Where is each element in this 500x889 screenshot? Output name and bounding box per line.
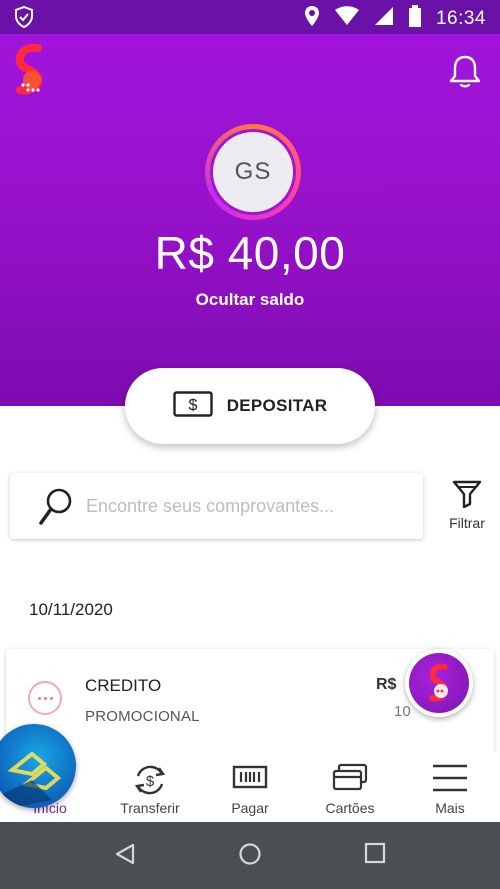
transaction-title: CREDITO — [85, 676, 162, 695]
app-screen: 16:34 GS R$ 40,00 Ocultar saldo $ DEPOSI… — [0, 0, 500, 889]
nav-label-mais: Mais — [435, 800, 465, 816]
status-bar: 16:34 — [0, 0, 500, 34]
recents-icon[interactable] — [364, 842, 386, 869]
header: GS R$ 40,00 Ocultar saldo — [0, 34, 500, 406]
wifi-icon — [334, 6, 360, 31]
brand-logo[interactable] — [10, 43, 50, 100]
avatar-initials: GS — [210, 129, 296, 215]
svg-text:$: $ — [188, 397, 197, 414]
nav-label-pagar: Pagar — [231, 800, 269, 816]
back-icon[interactable] — [113, 842, 137, 871]
avatar[interactable]: GS — [205, 124, 301, 220]
deposit-button[interactable]: $ DEPOSITAR — [125, 368, 375, 444]
shield-check-icon — [14, 5, 34, 33]
transaction-subtitle: PROMOCIONAL — [85, 708, 200, 725]
system-navigation-bar — [0, 822, 500, 889]
nav-item-transferir[interactable]: $ Transferir — [100, 752, 200, 822]
nav-item-cartoes[interactable]: Cartões — [300, 752, 400, 822]
hide-balance-link[interactable]: Ocultar saldo — [0, 290, 500, 310]
signal-icon — [374, 6, 394, 31]
brand-logo-icon — [409, 653, 469, 713]
home-circle-icon[interactable] — [238, 842, 262, 871]
nav-item-mais[interactable]: Mais — [400, 752, 500, 822]
status-time: 16:34 — [435, 7, 486, 29]
search-input[interactable] — [86, 491, 406, 521]
more-dots-icon — [28, 681, 62, 715]
nav-label-cartoes: Cartões — [325, 800, 375, 816]
transaction-amount: R$ — [376, 676, 397, 693]
balance-amount: R$ 40,00 — [154, 227, 346, 279]
funnel-icon — [452, 480, 482, 512]
search-box[interactable] — [10, 473, 423, 539]
deposit-label: DEPOSITAR — [226, 396, 328, 415]
nav-label-transferir: Transferir — [120, 800, 180, 816]
magnifier-icon — [38, 487, 74, 532]
bell-icon[interactable] — [448, 54, 482, 90]
money-bill-icon: $ — [172, 390, 213, 422]
transaction-date: 10/11/2020 — [29, 600, 113, 619]
battery-icon — [408, 5, 422, 32]
nav-item-pagar[interactable]: Pagar — [200, 752, 300, 822]
filter-button[interactable]: Filtrar — [440, 480, 494, 536]
svg-text:$: $ — [146, 773, 155, 790]
filter-label: Filtrar — [449, 515, 485, 531]
location-icon — [304, 5, 320, 32]
floating-assistant-button[interactable] — [405, 649, 473, 717]
